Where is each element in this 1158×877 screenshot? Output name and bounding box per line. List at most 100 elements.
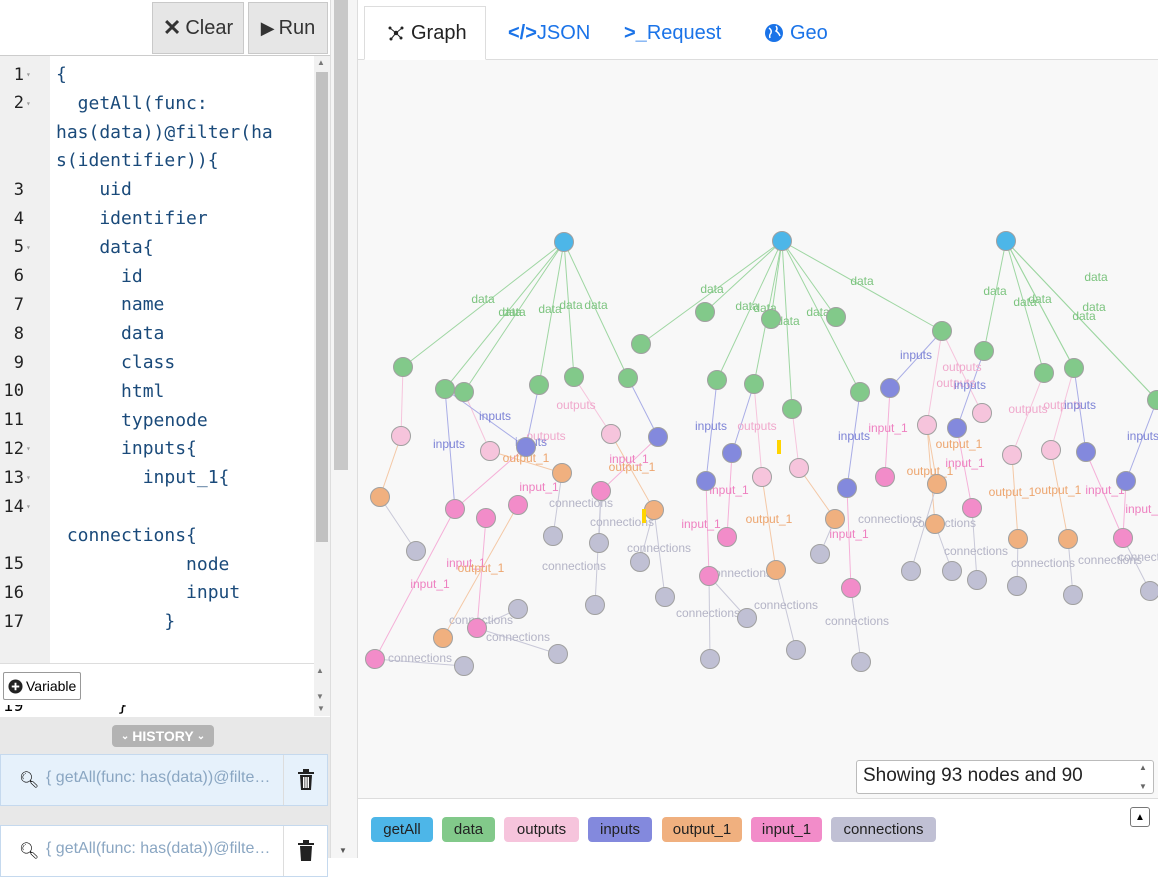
graph-node-output-1[interactable] [926,515,945,534]
graph-node-output-1[interactable] [434,629,453,648]
graph-node-outputs[interactable] [602,425,621,444]
graph-node-input-1[interactable] [477,509,496,528]
graph-node-getAll[interactable] [773,232,792,251]
graph-node-connections[interactable] [738,609,757,628]
graph-node-data[interactable] [745,375,764,394]
graph-node-data[interactable] [619,369,638,388]
graph-node-connections[interactable] [586,596,605,615]
graph-node-data[interactable] [933,322,952,341]
legend-toggle-button[interactable]: ▲ [1130,807,1150,827]
graph-node-data[interactable] [1035,364,1054,383]
graph-node-outputs[interactable] [1042,441,1061,460]
graph-node-connections[interactable] [549,645,568,664]
graph-node-data[interactable] [1065,359,1084,378]
graph-node-getAll[interactable] [997,232,1016,251]
graph-node-input-1[interactable] [876,468,895,487]
graph-node-data[interactable] [436,380,455,399]
fold-arrow-icon[interactable]: ▾ [26,502,31,511]
legend-item[interactable]: output_1 [662,817,742,842]
graph-node-connections[interactable] [509,600,528,619]
graph-node-data[interactable] [708,371,727,390]
graph-node-inputs[interactable] [649,428,668,447]
tab-json[interactable]: </> JSON [508,6,590,60]
graph-node-connections[interactable] [943,562,962,581]
graph-node-input-1[interactable] [1114,529,1133,548]
var-scroll-down[interactable]: ▼ [316,692,324,701]
history-item[interactable]: 🔍︎ { getAll(func: has(data))@filter(has(… [0,754,328,806]
legend-item[interactable]: data [442,817,495,842]
graph-node-output-1[interactable] [553,464,572,483]
graph-node-data[interactable] [975,342,994,361]
graph-node-data[interactable] [455,383,474,402]
code-editor[interactable]: 1▾2▾345▾6789101112▾13▾14▾151617 { getAll… [0,56,314,663]
delete-history-button[interactable] [283,755,327,805]
graph-node-input-1[interactable] [718,528,737,547]
graph-node-output-1[interactable] [928,475,947,494]
graph-node-connections[interactable] [590,534,609,553]
graph-node-connections[interactable] [787,641,806,660]
graph-node-input-1[interactable] [446,500,465,519]
graph-node-connections[interactable] [701,650,720,669]
graph-node-outputs[interactable] [753,468,772,487]
graph-node-data[interactable] [530,376,549,395]
graph-node-connections[interactable] [544,527,563,546]
scroll-up-arrow[interactable]: ▲ [317,58,325,67]
graph-node-connections[interactable] [1141,582,1158,601]
graph-node-outputs[interactable] [790,459,809,478]
graph-node-inputs[interactable] [723,444,742,463]
legend-item[interactable]: getAll [371,817,433,842]
tab-graph[interactable]: Graph [364,6,486,60]
graph-node-data[interactable] [762,310,781,329]
graph-node-data[interactable] [1148,391,1158,410]
legend-item[interactable]: input_1 [751,817,822,842]
graph-node-output-1[interactable] [371,488,390,507]
graph-node-inputs[interactable] [697,472,716,491]
tab-request[interactable]: >_ Request [624,6,721,60]
legend-item[interactable]: inputs [588,817,652,842]
legend-item[interactable]: connections [831,817,936,842]
tab-geo[interactable]: Geo [764,6,828,60]
legend-item[interactable]: outputs [504,817,579,842]
graph-canvas[interactable]: datadatadatadatadatadataoutputsoutputsin… [358,60,1158,798]
history-toggle-button[interactable]: ⌄ HISTORY ⌄ [112,725,214,747]
graph-node-connections[interactable] [631,553,650,572]
graph-node-inputs[interactable] [517,438,536,457]
delete-history-button[interactable] [283,826,327,876]
fold-arrow-icon[interactable]: ▾ [26,243,31,252]
fold-arrow-icon[interactable]: ▾ [26,99,31,108]
graph-node-output-1[interactable] [826,510,845,529]
pane-divider[interactable]: ▼ [330,0,358,858]
graph-node-connections[interactable] [656,588,675,607]
graph-node-inputs[interactable] [1077,443,1096,462]
run-button[interactable]: ▶ Run [248,2,328,54]
graph-svg[interactable]: datadatadatadatadatadataoutputsoutputsin… [358,60,1158,798]
history-item[interactable]: 🔍︎ { getAll(func: has(data))@filter(has(… [0,825,328,877]
graph-node-output-1[interactable] [767,561,786,580]
graph-node-data[interactable] [394,358,413,377]
graph-node-input-1[interactable] [468,619,487,638]
graph-node-input-1[interactable] [700,567,719,586]
graph-node-connections[interactable] [811,545,830,564]
divider-scroll-thumb[interactable] [334,0,348,470]
graph-node-data[interactable] [696,303,715,322]
graph-node-connections[interactable] [455,657,474,676]
graph-node-input-1[interactable] [842,579,861,598]
graph-node-connections[interactable] [968,571,987,590]
graph-node-outputs[interactable] [1003,446,1022,465]
var-scroll-up[interactable]: ▲ [316,666,324,675]
graph-node-output-1[interactable] [645,501,664,520]
graph-node-connections[interactable] [1008,577,1027,596]
graph-node-outputs[interactable] [481,442,500,461]
graph-node-output-1[interactable] [1009,530,1028,549]
graph-node-data[interactable] [632,335,651,354]
graph-node-inputs[interactable] [1117,472,1136,491]
graph-node-data[interactable] [827,308,846,327]
fold-arrow-icon[interactable]: ▾ [26,473,31,482]
graph-node-input-1[interactable] [963,499,982,518]
graph-node-input-1[interactable] [366,650,385,669]
status-scroll[interactable]: ▲▼ [1139,763,1151,791]
editor-scroll-thumb[interactable] [316,72,328,542]
fold-arrow-icon[interactable]: ▾ [26,70,31,79]
graph-node-connections[interactable] [852,653,871,672]
scroll-down-arrow[interactable]: ▼ [317,704,325,713]
